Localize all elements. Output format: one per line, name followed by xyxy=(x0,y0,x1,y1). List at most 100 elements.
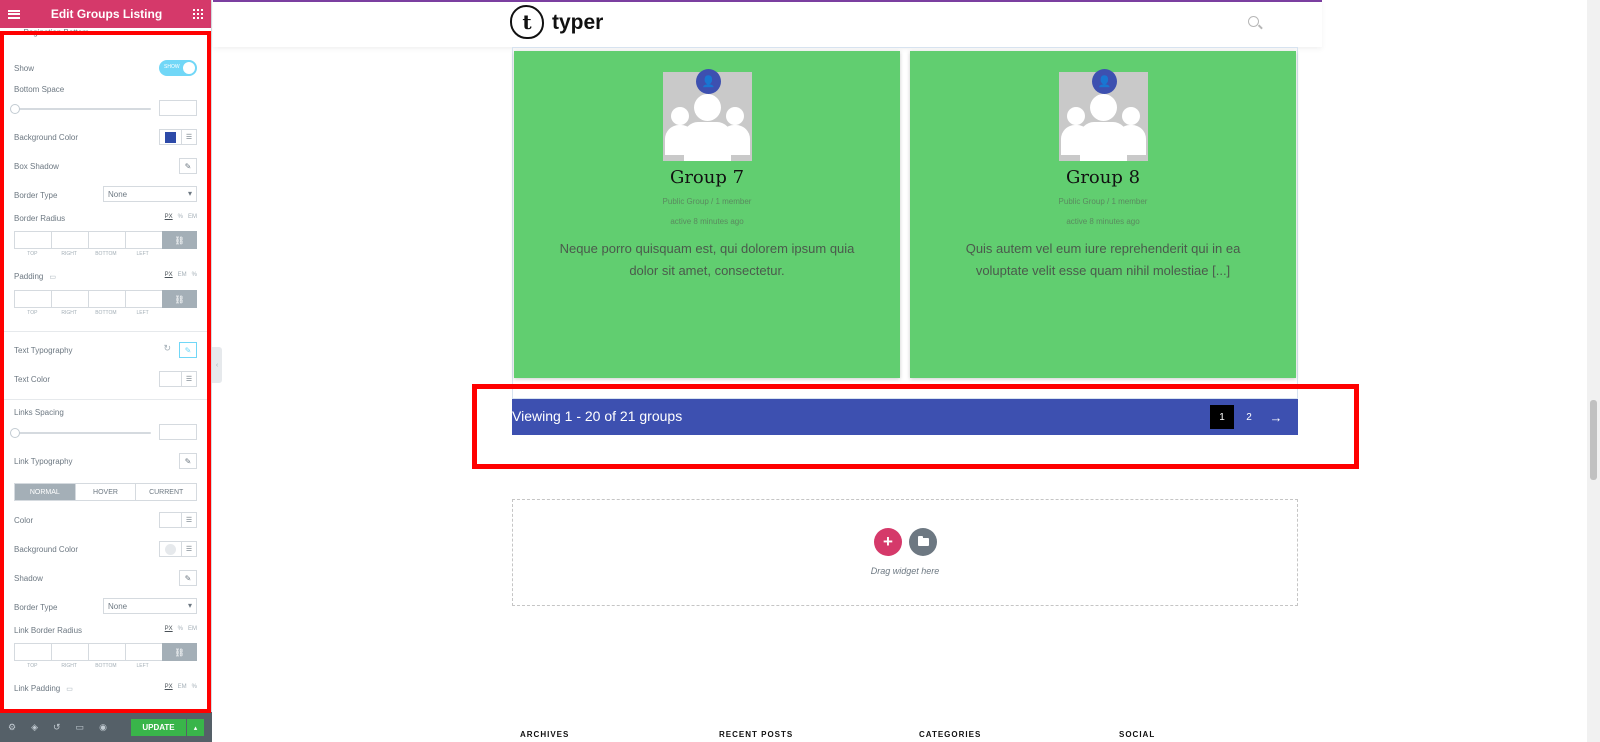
dim-top-input[interactable] xyxy=(14,231,51,249)
widgets-grid-icon[interactable] xyxy=(192,9,203,19)
globe-icon[interactable]: ☰ xyxy=(182,130,196,144)
menu-icon[interactable] xyxy=(8,9,20,19)
unit-percent[interactable]: % xyxy=(178,626,183,632)
add-section-button[interactable]: + xyxy=(874,528,902,556)
responsive-icon[interactable]: ▭ xyxy=(76,722,85,733)
dim-bottom-input[interactable] xyxy=(88,643,125,661)
dim-right-input[interactable] xyxy=(51,643,88,661)
group-name[interactable]: Group 7 xyxy=(514,167,900,188)
widget-dropzone[interactable]: + Drag widget here xyxy=(512,499,1298,606)
tab-normal[interactable]: NORMAL xyxy=(15,484,76,500)
tab-hover[interactable]: HOVER xyxy=(76,484,137,500)
border-radius-units[interactable]: PX % EM xyxy=(165,214,197,220)
link-values-icon[interactable]: ⛓ xyxy=(162,231,197,249)
slider-knob[interactable] xyxy=(10,104,20,114)
unit-percent[interactable]: % xyxy=(192,272,197,278)
dim-bottom-input[interactable] xyxy=(88,231,125,249)
unit-px[interactable]: PX xyxy=(165,626,173,632)
unit-px[interactable]: PX xyxy=(165,214,173,220)
dim-left-input[interactable] xyxy=(125,231,162,249)
link-typography-edit-button[interactable]: ✎ xyxy=(179,453,197,469)
unit-percent[interactable]: % xyxy=(192,684,197,690)
section-title-label: Pagination Bottom xyxy=(23,28,89,37)
dim-bottom-input[interactable] xyxy=(88,290,125,308)
links-spacing-input[interactable] xyxy=(159,424,197,440)
link-border-type-select[interactable]: None xyxy=(103,598,197,614)
scrollbar-thumb[interactable] xyxy=(1590,400,1597,480)
unit-percent[interactable]: % xyxy=(178,214,183,220)
dim-label-bottom: BOTTOM xyxy=(95,663,117,669)
chevron-up-icon[interactable]: ▴ xyxy=(187,719,204,736)
group-activity: active 8 minutes ago xyxy=(1066,217,1140,226)
logo-icon[interactable]: t xyxy=(510,5,544,39)
dim-left-input[interactable] xyxy=(125,643,162,661)
padding-units[interactable]: PX EM % xyxy=(165,272,197,278)
editor-panel: Edit Groups Listing Pagination Bottom Sh… xyxy=(0,0,212,742)
dim-top-input[interactable] xyxy=(14,290,51,308)
links-spacing-slider[interactable] xyxy=(10,428,151,438)
show-toggle[interactable]: SHOW xyxy=(159,60,197,76)
preview-icon[interactable]: ◉ xyxy=(99,722,107,733)
bottom-space-slider[interactable] xyxy=(10,104,151,114)
unit-px[interactable]: PX xyxy=(165,684,173,690)
search-icon[interactable] xyxy=(1248,16,1259,27)
color-swatch[interactable] xyxy=(165,515,176,526)
border-type-select[interactable]: None xyxy=(103,186,197,202)
settings-icon[interactable]: ⚙ xyxy=(8,722,16,733)
group-description: Neque porro quisquam est, qui dolorem ip… xyxy=(559,241,855,278)
link-bg-color-picker[interactable]: ☰ xyxy=(159,541,197,557)
unit-px[interactable]: PX xyxy=(165,272,173,278)
desktop-icon[interactable]: ▭ xyxy=(66,686,73,693)
link-values-icon[interactable]: ⛓ xyxy=(162,643,197,661)
group-name[interactable]: Group 8 xyxy=(910,167,1296,188)
reset-icon[interactable]: ↻ xyxy=(163,343,171,354)
section-pagination-bottom[interactable]: Pagination Bottom xyxy=(0,28,211,44)
color-swatch[interactable] xyxy=(165,374,176,385)
link-padding-units[interactable]: PX EM % xyxy=(165,684,197,690)
unit-em[interactable]: EM xyxy=(178,684,187,690)
link-color-picker[interactable]: ☰ xyxy=(159,512,197,528)
link-border-radius-units[interactable]: PX % EM xyxy=(165,626,197,632)
page-1-link[interactable]: 1 xyxy=(1210,405,1234,429)
logo-text[interactable]: typer xyxy=(552,11,603,35)
unit-em[interactable]: EM xyxy=(188,626,197,632)
globe-icon[interactable]: ☰ xyxy=(182,513,196,527)
navigator-icon[interactable]: ◈ xyxy=(31,722,38,733)
text-typography-edit-button[interactable]: ✎ xyxy=(179,342,197,358)
color-swatch[interactable] xyxy=(165,543,176,555)
desktop-icon[interactable]: ▭ xyxy=(49,274,56,281)
group-card[interactable]: 👤 Group 8 Public Group / 1 member active… xyxy=(910,51,1296,378)
text-color-picker[interactable]: ☰ xyxy=(159,371,197,387)
text-typography-label: Text Typography xyxy=(14,346,73,355)
bg-color-picker[interactable]: ☰ xyxy=(159,129,197,145)
bottom-space-input[interactable] xyxy=(159,100,197,116)
next-page-arrow-icon[interactable]: → xyxy=(1264,405,1288,429)
globe-icon[interactable]: ☰ xyxy=(182,542,196,556)
dim-right-input[interactable] xyxy=(51,231,88,249)
box-shadow-edit-button[interactable]: ✎ xyxy=(179,158,197,174)
link-bg-color-label: Background Color xyxy=(14,545,79,554)
history-icon[interactable]: ↺ xyxy=(53,722,61,733)
color-swatch[interactable] xyxy=(165,131,176,143)
globe-icon[interactable]: ☰ xyxy=(182,372,196,386)
unit-em[interactable]: EM xyxy=(188,214,197,220)
scrollbar[interactable] xyxy=(1587,0,1600,742)
link-values-icon[interactable]: ⛓ xyxy=(162,290,197,308)
collapse-panel-icon[interactable]: ‹ xyxy=(212,347,222,383)
page-2-link[interactable]: 2 xyxy=(1237,405,1261,429)
link-border-radius-label: Link Border Radius xyxy=(14,626,83,635)
dim-right-input[interactable] xyxy=(51,290,88,308)
template-library-button[interactable] xyxy=(909,528,937,556)
dims-labels: TOP RIGHT BOTTOM LEFT xyxy=(14,251,161,257)
shadow-edit-button[interactable]: ✎ xyxy=(179,570,197,586)
unit-em[interactable]: EM xyxy=(178,272,187,278)
slider-knob[interactable] xyxy=(10,428,20,438)
text-color-label: Text Color xyxy=(14,375,51,384)
group-card[interactable]: 👤 Group 7 Public Group / 1 member active… xyxy=(514,51,900,378)
link-padding-label: Link Padding xyxy=(14,684,61,693)
tab-current[interactable]: CURRENT xyxy=(136,484,196,500)
dim-left-input[interactable] xyxy=(125,290,162,308)
panel-footer: ⚙ ◈ ↺ ▭ ◉ UPDATE ▴ xyxy=(0,712,212,742)
update-button[interactable]: UPDATE xyxy=(131,719,186,736)
dim-top-input[interactable] xyxy=(14,643,51,661)
